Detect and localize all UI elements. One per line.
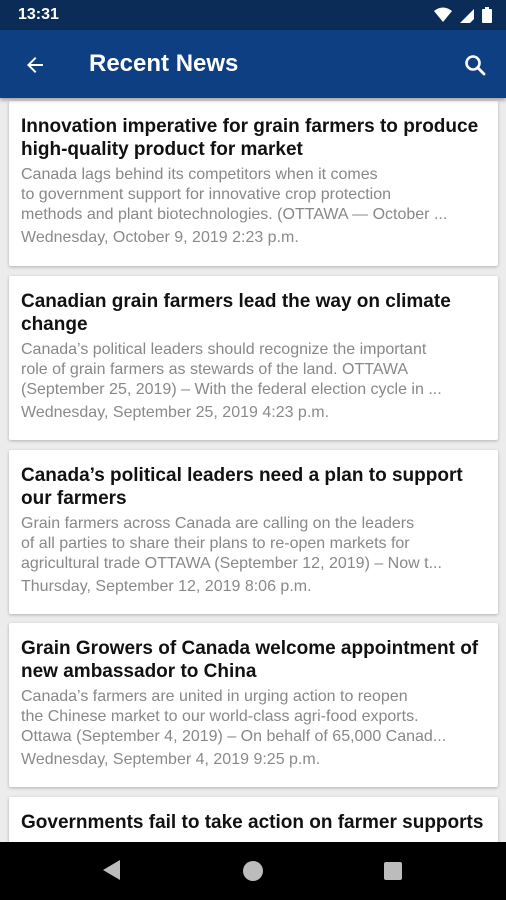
battery-icon	[482, 7, 492, 23]
news-summary-line: to government support for innovative cro…	[21, 186, 391, 203]
news-summary: Grain farmers across Canada are calling …	[21, 514, 486, 574]
news-summary: Canada’s farmers are united in urging ac…	[21, 687, 486, 747]
status-bar: 13:31	[0, 0, 506, 30]
news-list: Innovation imperative for grain farmers …	[0, 100, 506, 842]
back-button[interactable]	[20, 50, 50, 80]
news-summary-line: the Chinese market to our world-class ag…	[21, 708, 419, 725]
news-summary: Canada’s political leaders should recogn…	[21, 340, 486, 400]
signal-icon	[460, 9, 474, 23]
news-summary-line: methods and plant biotechnologies. (OTTA…	[21, 206, 448, 223]
nav-recents-icon[interactable]	[384, 862, 402, 880]
news-summary-line: Canada’s political leaders should recogn…	[21, 341, 427, 358]
news-summary: Canada lags behind its competitors when …	[21, 165, 486, 225]
app-bar: Recent News	[0, 30, 506, 98]
nav-back-icon[interactable]	[103, 860, 120, 880]
status-time: 13:31	[18, 6, 59, 23]
news-card[interactable]: Canadian grain farmers lead the way on c…	[9, 276, 498, 440]
page-title: Recent News	[89, 50, 239, 77]
news-title: Innovation imperative for grain farmers …	[21, 116, 479, 160]
system-nav-bar	[0, 842, 506, 900]
news-card[interactable]: Grain Growers of Canada welcome appointm…	[9, 623, 498, 787]
news-title: Canadian grain farmers lead the way on c…	[21, 291, 451, 335]
news-summary-line: Ottawa (September 4, 2019) – On behalf o…	[21, 728, 447, 745]
news-title: Governments fail to take action on farme…	[21, 812, 484, 833]
arrow-left-icon	[27, 57, 43, 73]
news-summary-line: Grain farmers across Canada are calling …	[21, 515, 415, 532]
news-date: Thursday, September 12, 2019 8:06 p.m.	[21, 578, 312, 595]
nav-home-icon[interactable]	[243, 861, 263, 881]
search-button[interactable]	[460, 50, 490, 80]
news-summary-line: (September 25, 2019) – With the federal …	[21, 381, 442, 398]
news-date: Wednesday, September 4, 2019 9:25 p.m.	[21, 751, 321, 768]
wifi-icon	[434, 7, 452, 22]
news-title: Canada’s political leaders need a plan t…	[21, 465, 463, 509]
news-summary-line: Canada’s farmers are united in urging ac…	[21, 688, 408, 705]
news-card[interactable]: Canada’s political leaders need a plan t…	[9, 450, 498, 614]
status-icons	[434, 7, 492, 23]
news-date: Wednesday, September 25, 2019 4:23 p.m.	[21, 404, 330, 421]
news-card[interactable]: Governments fail to take action on farme…	[9, 797, 498, 842]
news-summary-line: Canada lags behind its competitors when …	[21, 166, 378, 183]
news-card[interactable]: Innovation imperative for grain farmers …	[9, 101, 498, 266]
news-summary-line: agricultural trade OTTAWA (September 12,…	[21, 555, 442, 572]
news-title: Grain Growers of Canada welcome appointm…	[21, 638, 479, 682]
news-summary-line: of all parties to share their plans to r…	[21, 535, 410, 552]
news-date: Wednesday, October 9, 2019 2:23 p.m.	[21, 229, 299, 246]
search-icon	[465, 55, 486, 76]
news-summary-line: role of grain farmers as stewards of the…	[21, 361, 409, 378]
